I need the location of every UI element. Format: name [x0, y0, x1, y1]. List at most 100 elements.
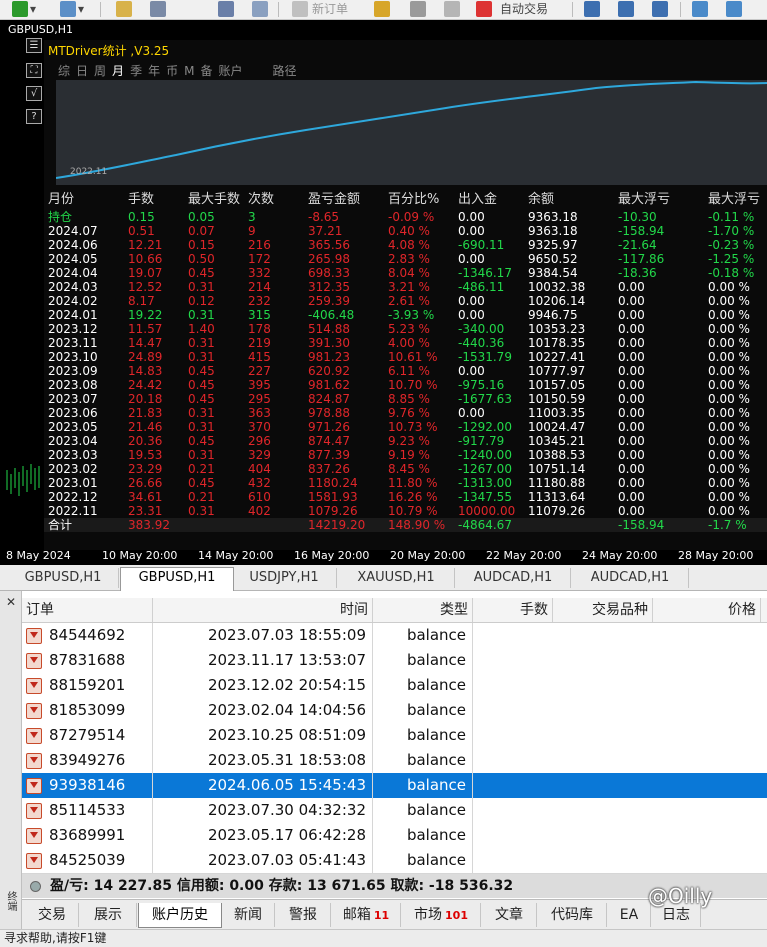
period-tab[interactable]: 周 — [94, 62, 106, 79]
table-row[interactable]: 87279514 2023.10.25 08:51:09 balance — [22, 723, 767, 749]
dropdown-arrow-icon[interactable]: ▾ — [78, 1, 84, 17]
symbol-tab[interactable]: AUDCAD,H1 — [456, 568, 571, 588]
symbol-tab[interactable]: AUDCAD,H1 — [572, 568, 689, 588]
new-order-button[interactable]: 新订单 — [312, 1, 348, 17]
terminal-tab[interactable]: 警报 — [276, 903, 331, 927]
balance-op-icon — [26, 853, 42, 869]
terminal-tab[interactable]: 账户历史 — [138, 903, 222, 928]
profiles-icon[interactable] — [60, 1, 76, 17]
table-row[interactable]: 84544692 2023.07.03 18:55:09 balance — [22, 623, 767, 649]
shield-icon[interactable] — [444, 1, 460, 17]
stats-cell: 0.00 — [618, 322, 645, 336]
stats-cell: 2023.10 — [48, 350, 98, 364]
navigator-icon[interactable] — [150, 1, 166, 17]
close-icon[interactable]: ✕ — [6, 595, 16, 609]
balance-op-icon — [26, 803, 42, 819]
market-watch-icon[interactable] — [116, 1, 132, 17]
table-row[interactable]: 83949276 2023.05.31 18:53:08 balance — [22, 748, 767, 774]
terminal-tab[interactable]: 新闻 — [222, 903, 275, 927]
stats-cell: 296 — [248, 434, 271, 448]
period-tab[interactable]: M — [184, 64, 194, 78]
stats-total-cell: -4864.67 — [458, 518, 512, 532]
table-row[interactable]: 88159201 2023.12.02 20:54:15 balance — [22, 673, 767, 699]
stats-row: 2023.09 14.83 0.45 227 620.92 6.11 % 0.00 10777… — [44, 364, 767, 378]
column-header[interactable]: 订单 — [22, 598, 153, 622]
period-tab[interactable]: 路径 — [273, 62, 297, 79]
line-chart-icon[interactable] — [652, 1, 668, 17]
metaeditor-icon[interactable] — [374, 1, 390, 17]
expand-icon[interactable]: ⛶ — [26, 63, 42, 78]
order-cell: 84544692 — [49, 626, 126, 644]
stats-cell: 14.47 — [128, 336, 163, 350]
table-row[interactable]: 85114533 2023.07.30 04:32:32 balance — [22, 798, 767, 824]
stats-cell: 332 — [248, 266, 271, 280]
bar-chart-icon[interactable] — [584, 1, 600, 17]
column-header[interactable]: 时间 — [152, 598, 373, 622]
stats-cell: 315 — [248, 308, 271, 322]
period-tab[interactable]: 币 — [166, 62, 178, 79]
zoom-out-icon[interactable] — [726, 1, 742, 17]
period-tab[interactable]: 年 — [148, 62, 160, 79]
terminal-tab[interactable]: 展示 — [80, 903, 137, 927]
stats-cell: 8.04 % — [388, 266, 430, 280]
cell-divider — [372, 648, 373, 673]
column-header[interactable]: 交易品种 — [552, 598, 653, 622]
period-tab[interactable]: 账户 — [218, 62, 242, 79]
column-header[interactable]: 价格 — [652, 598, 761, 622]
table-row[interactable]: 93938146 2024.06.05 15:45:43 balance — [22, 773, 767, 799]
terminal-tab[interactable]: 市场 101 — [402, 903, 481, 927]
symbol-tab[interactable]: USDJPY,H1 — [232, 568, 337, 588]
period-tab[interactable]: 综 — [58, 62, 70, 79]
stats-cell: 2024.04 — [48, 266, 98, 280]
stats-row: 2024.01 19.22 0.31 315 -406.48 -3.93 % 0.00 994… — [44, 308, 767, 322]
period-tab[interactable]: 日 — [76, 62, 88, 79]
table-row[interactable]: 83689991 2023.05.17 06:42:28 balance — [22, 823, 767, 849]
candlestick-icon[interactable] — [618, 1, 634, 17]
type-cell: balance — [406, 801, 466, 819]
balance-op-icon — [26, 628, 42, 644]
help-icon[interactable]: ? — [26, 109, 42, 124]
stats-header-cell: 最大手数 — [188, 192, 241, 207]
terminal-icon[interactable] — [218, 1, 234, 17]
cell-divider — [472, 848, 473, 873]
terminal-tab[interactable]: 代码库 — [538, 903, 607, 927]
chart-window[interactable]: GBPUSD,H1 ☰ ⛶ √ ? MTDriver统计 ,V3.25 综日周月… — [0, 20, 767, 565]
new-order-icon[interactable] — [292, 1, 308, 17]
table-row[interactable]: 87831688 2023.11.17 13:53:07 balance — [22, 648, 767, 674]
symbol-tab[interactable]: XAUUSD,H1 — [338, 568, 455, 588]
dropdown-arrow-icon[interactable]: ▾ — [30, 1, 36, 17]
menu-icon[interactable]: ☰ — [26, 38, 42, 53]
chart-symbol-tabs: GBPUSD,H1 GBPUSD,H1 USDJPY,H1 XAUUSD,H1 AUDC… — [0, 566, 767, 591]
stats-cell: 837.26 — [308, 462, 350, 476]
new-chart-icon[interactable] — [12, 1, 28, 17]
stats-cell: 329 — [248, 448, 271, 462]
column-header[interactable]: 类型 — [372, 598, 473, 622]
column-header[interactable]: 手数 — [472, 598, 553, 622]
stats-cell: 10.79 % — [388, 504, 438, 518]
cell-divider — [152, 798, 153, 823]
symbol-tab[interactable]: GBPUSD,H1 — [120, 567, 234, 591]
stats-cell: 0.40 % — [388, 224, 430, 238]
table-row[interactable]: 81853099 2023.02.04 14:04:56 balance — [22, 698, 767, 724]
autotrade-icon[interactable] — [476, 1, 492, 17]
stats-header-cell: 盈亏金额 — [308, 192, 361, 207]
terminal-tab[interactable]: EA — [608, 903, 651, 927]
strategy-tester-icon[interactable] — [252, 1, 268, 17]
autotrade-button[interactable]: 自动交易 — [500, 1, 548, 17]
terminal-tab[interactable]: 文章 — [482, 903, 537, 927]
community-icon[interactable] — [410, 1, 426, 17]
period-tab[interactable]: 备 — [200, 62, 212, 79]
stats-cell: 10.61 % — [388, 350, 438, 364]
period-tab[interactable]: 月 — [112, 62, 124, 79]
terminal-tab[interactable]: 邮箱 11 — [332, 903, 401, 927]
stats-cell: 10000.00 — [458, 504, 516, 518]
checkmark-icon[interactable]: √ — [26, 86, 42, 101]
symbol-tab[interactable]: GBPUSD,H1 — [8, 568, 119, 588]
table-row[interactable]: 84525039 2023.07.03 05:41:43 balance — [22, 848, 767, 874]
zoom-in-icon[interactable] — [692, 1, 708, 17]
terminal-tab[interactable]: 交易 — [26, 903, 79, 927]
stats-cell: 0.45 — [188, 434, 215, 448]
period-tab[interactable]: 季 — [130, 62, 142, 79]
stats-cell: 11180.88 — [528, 476, 586, 490]
stats-cell: 404 — [248, 462, 271, 476]
